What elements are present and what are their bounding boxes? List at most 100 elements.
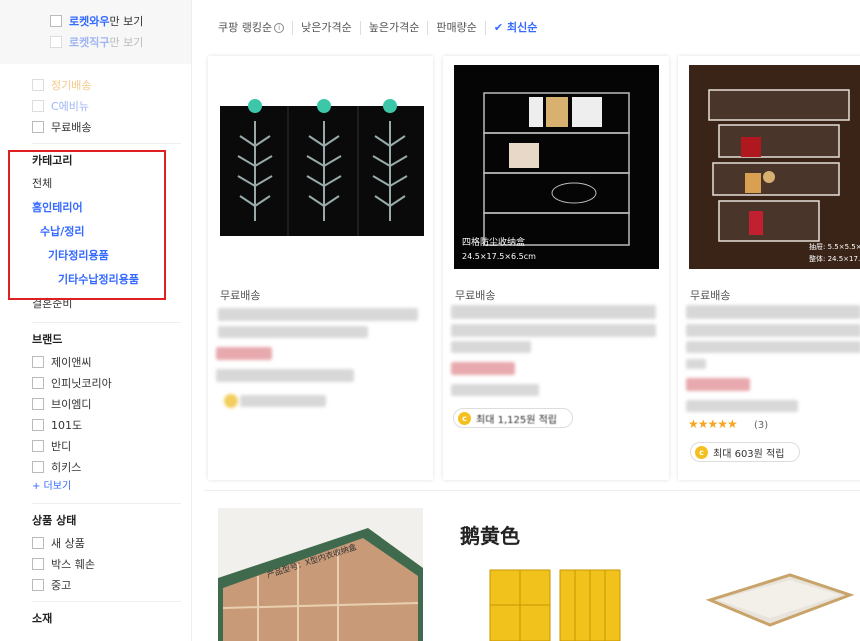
image-caption: 24.5×17.5×6.5cm — [462, 252, 536, 261]
coin-icon: c — [458, 411, 471, 425]
rocket-wow-checkbox[interactable] — [50, 14, 62, 27]
condition-checkbox[interactable] — [32, 578, 44, 591]
brand-option[interactable]: 히키스 — [32, 456, 191, 477]
delivery-option-c-avenue[interactable]: C에비뉴 — [32, 95, 191, 116]
product-price-blurred — [686, 378, 750, 391]
rocket-wow-filter[interactable]: 로켓와우 만 보기 — [50, 10, 191, 31]
sort-label: 판매량순 — [436, 21, 477, 34]
product-image[interactable] — [690, 560, 860, 641]
product-image-graphic — [705, 573, 855, 627]
product-image-graphic: 四格防尘收纳盒 24.5×17.5×6.5cm — [462, 92, 630, 261]
condition-checkbox[interactable] — [32, 557, 44, 570]
sort-sales[interactable]: 판매량순 — [427, 21, 484, 35]
category-storage[interactable]: 수납/정리 — [32, 220, 191, 244]
rocket-direct-checkbox[interactable] — [50, 35, 62, 48]
sort-bar: 쿠팡 랭킹순 i 낮은가격순 높은가격순 판매량순 ✔ 최신순 — [204, 14, 860, 42]
product-price-blurred — [216, 347, 272, 360]
product-image[interactable] — [480, 560, 630, 641]
brand-checkbox[interactable] — [32, 439, 44, 452]
reward-blurred — [224, 394, 238, 408]
brand-checkbox[interactable] — [32, 397, 44, 410]
product-card[interactable]: 四格防尘收纳盒 24.5×17.5×6.5cm 무료배송 c 최대 1,125원… — [443, 56, 669, 480]
sort-label: 최신순 — [507, 21, 538, 34]
filter-sidebar: 로켓와우 만 보기 로켓직구 만 보기 정기배송 C에비뉴 무료배송 카테고리 … — [0, 0, 192, 641]
product-title-blurred — [451, 305, 656, 319]
brand-option[interactable]: 인피닛코리아 — [32, 372, 191, 393]
review-count: (3) — [754, 420, 769, 431]
category-other-organizers[interactable]: 기타정리용품 — [32, 244, 191, 268]
category-wedding-prep[interactable]: 결혼준비 — [32, 292, 191, 316]
product-title-blurred — [451, 324, 656, 337]
product-price-blurred — [451, 362, 515, 375]
brand-option[interactable]: 101도 — [32, 414, 191, 435]
product-title-blurred — [218, 326, 368, 338]
product-image[interactable] — [220, 96, 424, 270]
product-title-blurred — [686, 359, 706, 369]
free-shipping-checkbox[interactable] — [32, 120, 44, 133]
product-image-graphic — [489, 569, 621, 641]
sort-low-price[interactable]: 낮은가격순 — [292, 21, 360, 35]
condition-option[interactable]: 새 상품 — [32, 532, 191, 553]
brand-label: 인피닛코리아 — [51, 376, 112, 390]
subscription-label: 정기배송 — [51, 78, 92, 92]
brand-checkbox[interactable] — [32, 376, 44, 389]
free-shipping-badge: 무료배송 — [690, 289, 731, 302]
condition-option[interactable]: 박스 훼손 — [32, 553, 191, 574]
category-home-interior[interactable]: 홈인테리어 — [32, 196, 191, 220]
reward-badge: c 최대 603원 적립 — [690, 442, 800, 462]
brand-more-link[interactable]: + 더보기 — [32, 477, 191, 497]
product-card[interactable]: 抽屉: 5.5×5.5× 整体: 24.5×17.5× 무료배송 ★★★★★ (… — [678, 56, 860, 480]
condition-checkbox[interactable] — [32, 536, 44, 549]
image-caption: 整体: 24.5×17.5× — [809, 254, 860, 263]
brand-option[interactable]: 브이엠디 — [32, 393, 191, 414]
brand-label: 101도 — [51, 418, 83, 432]
c-avenue-label: C에비뉴 — [51, 99, 90, 113]
free-shipping-label: 무료배송 — [51, 120, 92, 134]
product-image[interactable]: 产品型号：X型内衣收纳盒 — [218, 508, 423, 641]
product-image[interactable]: 四格防尘收纳盒 24.5×17.5×6.5cm — [454, 65, 659, 269]
product-image[interactable]: 抽屉: 5.5×5.5× 整体: 24.5×17.5× — [689, 65, 860, 269]
product-image-graphic: 产品型号：X型内衣收纳盒 — [218, 528, 423, 641]
divider — [32, 143, 181, 144]
condition-option[interactable]: 중고 — [32, 574, 191, 595]
product-title-blurred — [218, 308, 418, 321]
subscription-checkbox[interactable] — [32, 78, 44, 91]
category-other-storage-organizers[interactable]: 기타수납정리용품 — [32, 268, 191, 292]
c-avenue-checkbox[interactable] — [32, 99, 44, 112]
reward-badge: c 최대 1,125원 적립 — [453, 408, 573, 428]
condition-label: 중고 — [51, 578, 72, 592]
info-icon[interactable]: i — [274, 23, 285, 33]
rocket-wow-label: 로켓와우 — [69, 14, 110, 28]
sort-newest[interactable]: ✔ 최신순 — [484, 21, 546, 35]
sort-label: 높은가격순 — [368, 21, 420, 34]
delivery-option-free-shipping[interactable]: 무료배송 — [32, 116, 191, 137]
brand-option[interactable]: 반디 — [32, 435, 191, 456]
brand-checkbox[interactable] — [32, 418, 44, 431]
category-all[interactable]: 전체 — [32, 172, 191, 196]
row-divider — [204, 490, 860, 491]
brand-checkbox[interactable] — [32, 355, 44, 368]
rocket-direct-filter[interactable]: 로켓직구 만 보기 — [50, 31, 191, 52]
brand-checkbox[interactable] — [32, 460, 44, 473]
condition-section: 상품 상태 새 상품 박스 훼손 중고 — [0, 510, 191, 595]
condition-label: 새 상품 — [51, 536, 85, 550]
product-card[interactable]: 무료배송 — [208, 56, 433, 480]
brand-label: 반디 — [51, 439, 72, 453]
divider — [32, 322, 181, 323]
sort-high-price[interactable]: 높은가격순 — [359, 21, 428, 35]
brand-title: 브랜드 — [32, 333, 63, 346]
divider — [32, 601, 181, 602]
product-title-blurred — [451, 341, 531, 353]
brand-option[interactable]: 제이앤씨 — [32, 351, 191, 372]
reward-blurred — [240, 395, 326, 407]
reward-label: 최대 1,125원 적립 — [476, 414, 557, 426]
delivery-options: 정기배송 C에비뉴 무료배송 — [0, 64, 191, 137]
product-price-blurred — [686, 400, 798, 412]
sort-label: 쿠팡 랭킹순 — [218, 21, 273, 34]
sort-coupang-ranking[interactable]: 쿠팡 랭킹순 i — [204, 21, 292, 35]
divider — [32, 503, 181, 504]
image-caption: 鹅黄色 — [460, 524, 520, 548]
delivery-option-subscription[interactable]: 정기배송 — [32, 74, 191, 95]
material-section: 소재 — [0, 608, 191, 630]
product-price-blurred — [216, 369, 354, 382]
